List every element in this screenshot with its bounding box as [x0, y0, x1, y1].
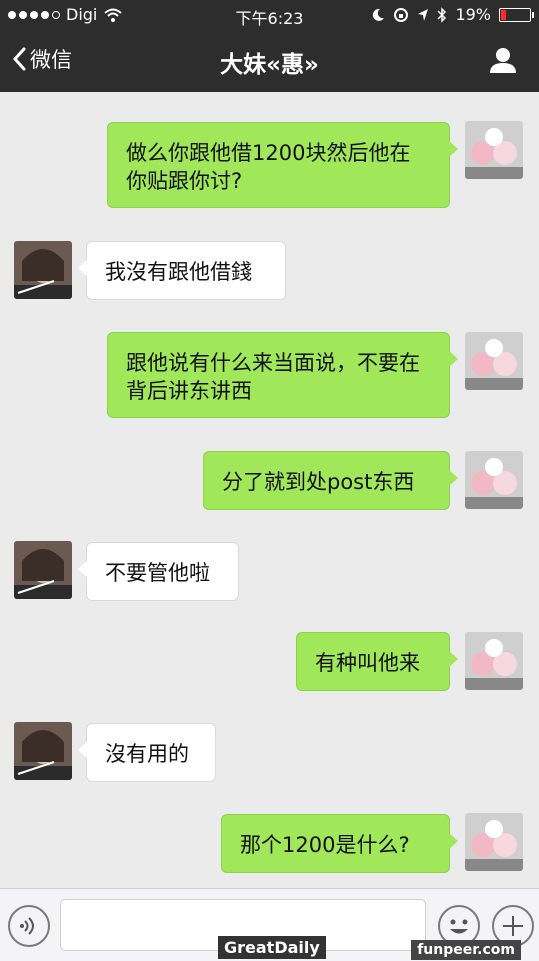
voice-icon [20, 917, 34, 935]
my-avatar[interactable] [465, 813, 523, 871]
battery-icon [499, 7, 534, 22]
bluetooth-icon [437, 6, 447, 23]
message-bubble-outgoing[interactable]: 有种叫他来 [296, 632, 458, 691]
message-bubble-outgoing[interactable]: 分了就到处post东西 [203, 451, 458, 510]
voice-button[interactable] [8, 905, 50, 947]
chat-title: 大妹«惠» [220, 52, 319, 78]
watermark-left: GreatDaily [218, 936, 326, 959]
person-icon [490, 48, 516, 73]
contact-avatar[interactable] [14, 241, 72, 299]
message-bubble-outgoing[interactable]: 跟他说有什么来当面说，不要在背后讲东讲西 [107, 332, 458, 418]
my-avatar[interactable] [465, 121, 523, 179]
location-icon [418, 8, 429, 21]
chat-info-button[interactable] [489, 46, 517, 78]
my-avatar[interactable] [465, 451, 523, 509]
message-list[interactable]: 做么你跟他借1200块然后他在你贴跟你讨? 我沒有跟他借錢 跟他说有什么来当面说… [0, 92, 539, 888]
message-bubble-incoming[interactable]: 沒有用的 [78, 723, 216, 782]
my-avatar[interactable] [465, 332, 523, 390]
status-bar: Digi 下午6:23 19% [0, 0, 539, 30]
rotation-lock-icon [394, 7, 409, 22]
watermark-right: funpeer.com [411, 940, 521, 960]
moon-icon [373, 8, 385, 21]
message-bubble-incoming[interactable]: 不要管他啦 [78, 542, 239, 601]
message-bubble-incoming[interactable]: 我沒有跟他借錢 [78, 241, 286, 300]
contact-avatar[interactable] [14, 722, 72, 780]
message-bubble-outgoing[interactable]: 那个1200是什么? [221, 814, 458, 873]
chat-header: 微信 大妹«惠» [0, 30, 539, 92]
contact-avatar[interactable] [14, 541, 72, 599]
message-bubble-outgoing[interactable]: 做么你跟他借1200块然后他在你贴跟你讨? [107, 122, 458, 208]
battery-percent: 19% [455, 5, 491, 24]
my-avatar[interactable] [465, 632, 523, 690]
